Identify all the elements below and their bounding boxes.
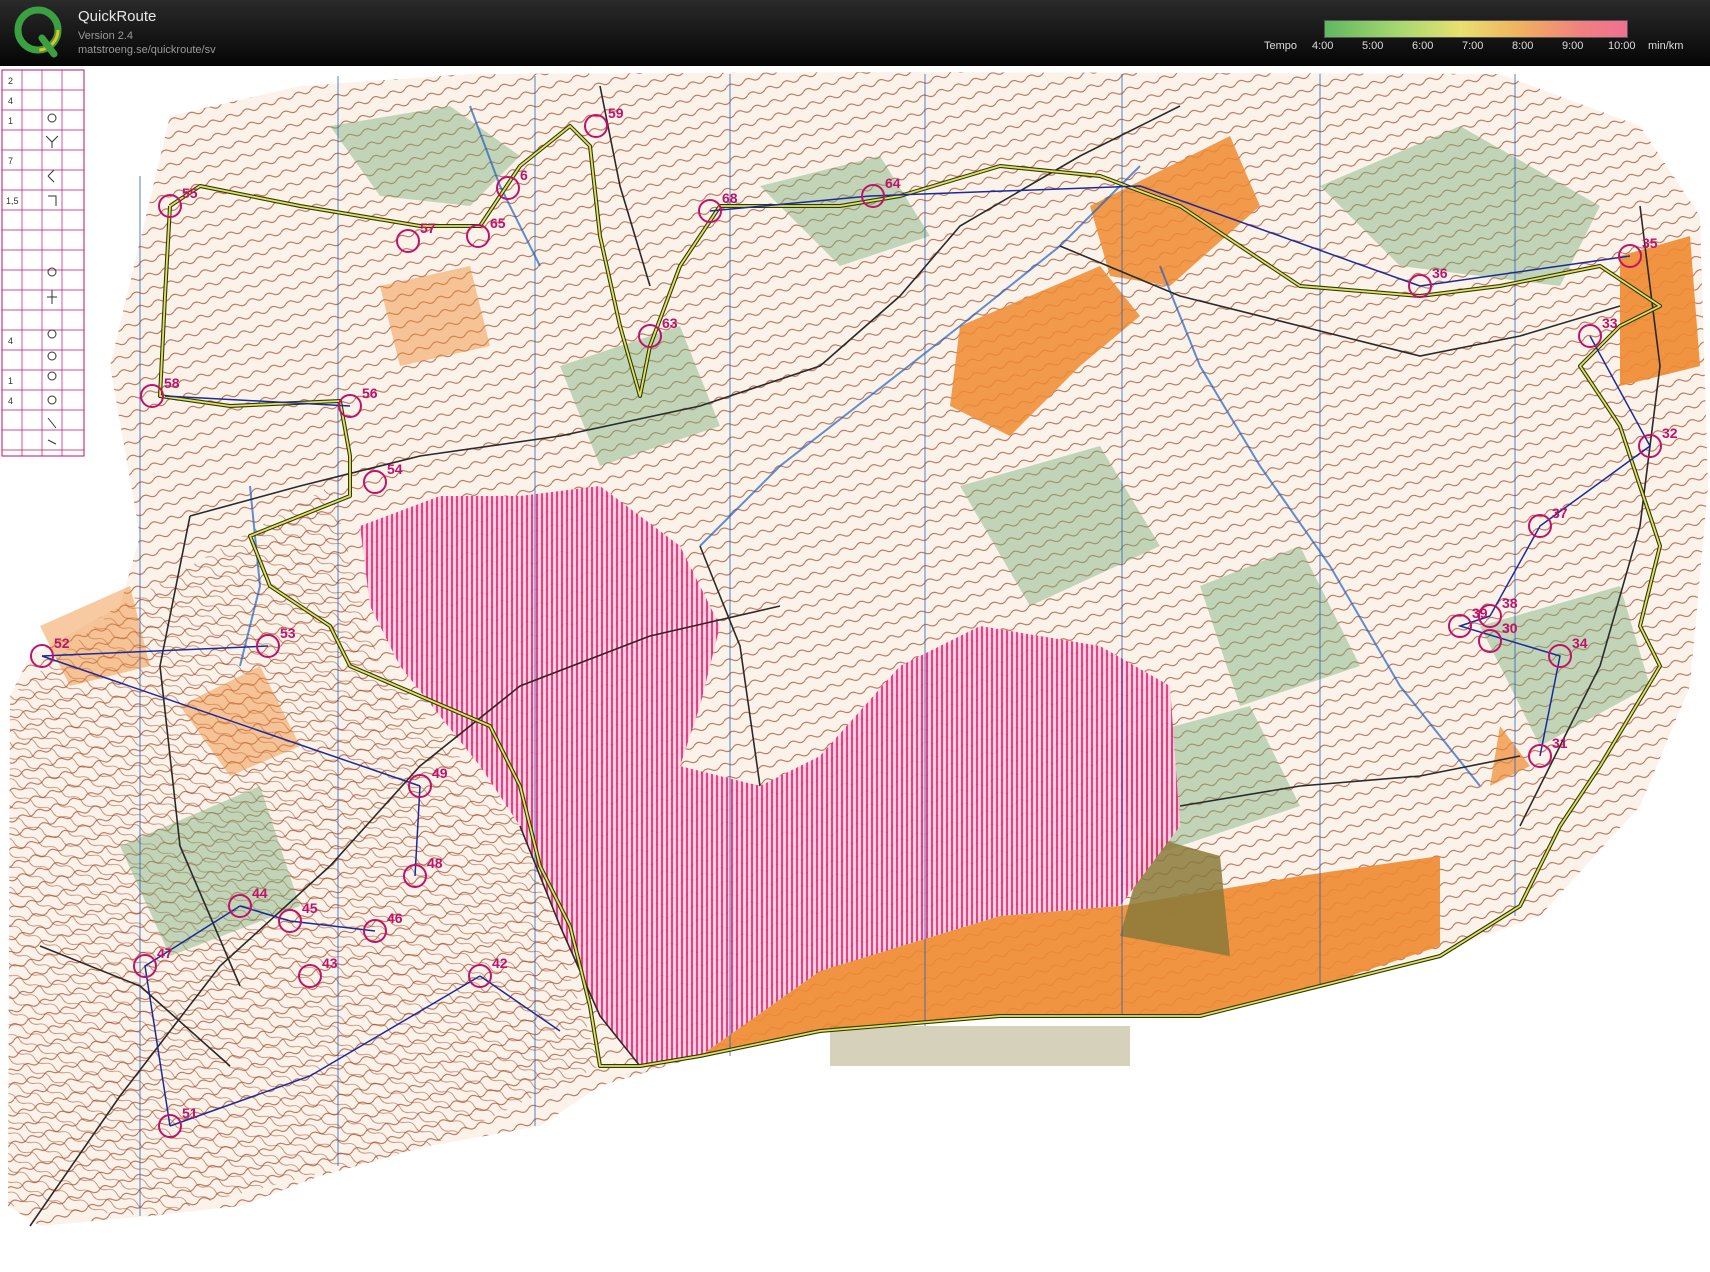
- control-number: 6: [520, 167, 528, 183]
- control-number: 31: [1552, 735, 1568, 751]
- control-number: 48: [427, 855, 443, 871]
- pace-tick: 6:00: [1412, 40, 1434, 52]
- control-number: 39: [1472, 605, 1488, 621]
- app-header: QuickRoute Version 2.4 matstroeng.se/qui…: [0, 0, 1710, 66]
- desc-cell: 1: [8, 376, 13, 386]
- control-number: 36: [1432, 265, 1448, 281]
- quickroute-logo-icon: [14, 6, 62, 58]
- desc-cell: 1,5: [6, 196, 19, 206]
- desc-cell: 4: [8, 96, 13, 106]
- control-description-sheet: 2 4 1 7 1,5 4 1 4: [1, 69, 85, 457]
- control-number: 58: [164, 375, 180, 391]
- control-number: 44: [252, 885, 268, 901]
- app-title: QuickRoute: [78, 8, 157, 25]
- pace-tick: 9:00: [1562, 40, 1584, 52]
- pace-tick: 4:00: [1312, 40, 1334, 52]
- desc-cell: 4: [8, 336, 13, 346]
- control-number: 37: [1552, 505, 1568, 521]
- control-number: 30: [1502, 620, 1518, 636]
- pace-color-scale: [1324, 20, 1628, 38]
- control-number: 45: [302, 900, 318, 916]
- control-number: 59: [608, 105, 624, 121]
- control-number: 47: [157, 945, 173, 961]
- pace-legend-label: Tempo: [1264, 40, 1298, 52]
- control-number: 68: [722, 190, 738, 206]
- control-number: 32: [1662, 425, 1678, 441]
- control-number: 53: [280, 625, 296, 641]
- control-number: 64: [885, 175, 901, 191]
- control-number: 49: [432, 765, 448, 781]
- control-number: 65: [490, 215, 506, 231]
- orienteering-map[interactable]: 2 4 1 7 1,5 4 1 4 55 57 65 59 6 68 64 63 58 56 54 5…: [0, 66, 1710, 1272]
- pace-tick: 10:00: [1608, 40, 1636, 52]
- control-number: 34: [1572, 635, 1588, 651]
- desc-cell: 4: [8, 396, 13, 406]
- app-url[interactable]: matstroeng.se/quickroute/sv: [78, 44, 216, 56]
- desc-cell: 7: [8, 156, 13, 166]
- desc-cell: 1: [8, 116, 13, 126]
- control-number: 33: [1602, 315, 1618, 331]
- pace-tick: 7:00: [1462, 40, 1484, 52]
- control-number: 38: [1502, 595, 1518, 611]
- control-number: 54: [387, 461, 403, 477]
- pace-legend-unit: min/km: [1648, 40, 1684, 52]
- pace-tick: 8:00: [1512, 40, 1534, 52]
- control-number: 42: [492, 955, 508, 971]
- control-number: 43: [322, 955, 338, 971]
- app-version: Version 2.4: [78, 30, 134, 42]
- desc-cell: 2: [8, 76, 13, 86]
- control-number: 56: [362, 385, 378, 401]
- control-number: 55: [182, 185, 198, 201]
- control-number: 35: [1642, 235, 1658, 251]
- control-number: 57: [420, 220, 436, 236]
- control-number: 46: [387, 910, 403, 926]
- control-number: 52: [54, 635, 70, 651]
- pace-tick: 5:00: [1362, 40, 1384, 52]
- control-number: 51: [182, 1105, 198, 1121]
- control-number: 63: [662, 315, 678, 331]
